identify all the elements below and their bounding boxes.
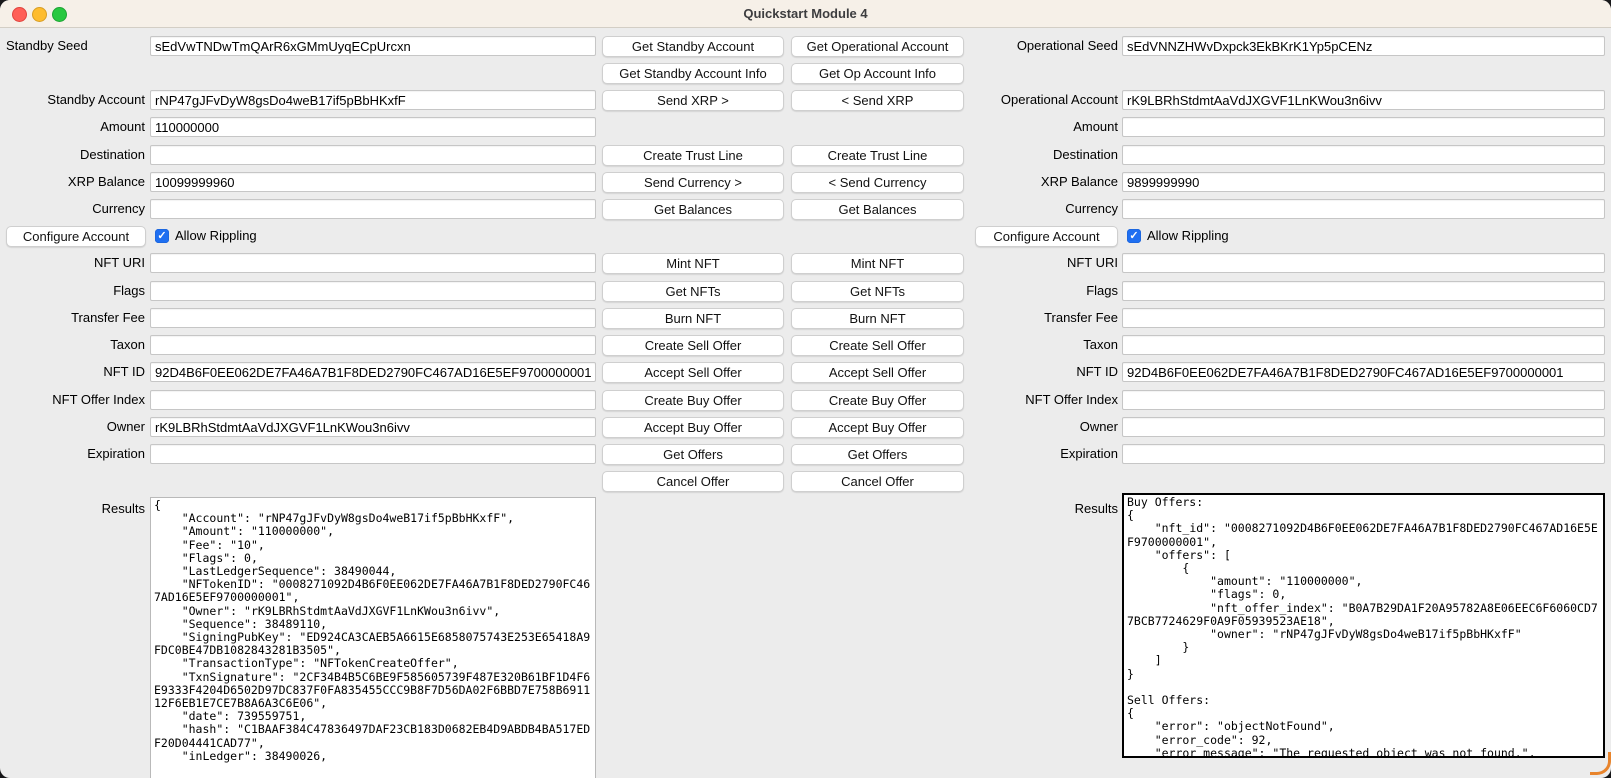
standby-expiration-input[interactable] (150, 444, 596, 464)
app-window: Quickstart Module 4 Standby Seed Standby… (0, 0, 1611, 778)
operational-xrp-balance-label: XRP Balance (938, 172, 1118, 192)
standby-transfer-fee-input[interactable] (150, 308, 596, 328)
standby-mint-nft-button[interactable]: Mint NFT (602, 253, 784, 274)
operational-destination-label: Destination (938, 145, 1118, 165)
window-title: Quickstart Module 4 (0, 0, 1611, 27)
operational-amount-label: Amount (938, 117, 1118, 137)
standby-destination-input[interactable] (150, 145, 596, 165)
operational-currency-label: Currency (938, 199, 1118, 219)
operational-nft-offer-index-label: NFT Offer Index (938, 390, 1118, 410)
operational-expiration-input[interactable] (1122, 444, 1605, 464)
operational-results-textarea[interactable]: Buy Offers: { "nft_id": "0008271092D4B6F… (1122, 493, 1605, 758)
standby-currency-label: Currency (0, 199, 145, 219)
operational-nft-id-input[interactable] (1122, 362, 1605, 382)
title-bar: Quickstart Module 4 (0, 0, 1611, 28)
standby-owner-input[interactable] (150, 417, 596, 437)
operational-currency-input[interactable] (1122, 199, 1605, 219)
standby-results-textarea[interactable]: { "Account": "rNP47gJFvDyW8gsDo4weB17if5… (150, 497, 596, 778)
operational-owner-input[interactable] (1122, 417, 1605, 437)
standby-xrp-balance-input[interactable] (150, 172, 596, 192)
standby-amount-input[interactable] (150, 117, 596, 137)
standby-transfer-fee-label: Transfer Fee (0, 308, 145, 328)
standby-nft-id-input[interactable] (150, 362, 596, 382)
standby-accept-buy-offer-button[interactable]: Accept Buy Offer (602, 417, 784, 438)
standby-account-label: Standby Account (0, 90, 145, 110)
operational-account-label: Operational Account (938, 90, 1118, 110)
operational-configure-account-button[interactable]: Configure Account (975, 226, 1118, 247)
orange-resize-corner-icon[interactable] (1590, 752, 1611, 775)
standby-send-xrp-button[interactable]: Send XRP > (602, 90, 784, 111)
standby-currency-input[interactable] (150, 199, 596, 219)
get-op-account-info-button[interactable]: Get Op Account Info (791, 63, 964, 84)
operational-nft-uri-label: NFT URI (938, 253, 1118, 273)
standby-cancel-offer-button[interactable]: Cancel Offer (602, 471, 784, 492)
operational-account-input[interactable] (1122, 90, 1605, 110)
operational-flags-input[interactable] (1122, 281, 1605, 301)
standby-get-offers-button[interactable]: Get Offers (602, 444, 784, 465)
standby-accept-sell-offer-button[interactable]: Accept Sell Offer (602, 362, 784, 383)
standby-expiration-label: Expiration (0, 444, 145, 464)
standby-flags-input[interactable] (150, 281, 596, 301)
standby-configure-account-button[interactable]: Configure Account (6, 226, 146, 247)
standby-nft-uri-input[interactable] (150, 253, 596, 273)
standby-seed-input[interactable] (150, 36, 596, 56)
standby-create-sell-offer-button[interactable]: Create Sell Offer (602, 335, 784, 356)
operational-taxon-label: Taxon (938, 335, 1118, 355)
standby-account-input[interactable] (150, 90, 596, 110)
standby-allow-rippling-label: Allow Rippling (175, 226, 257, 246)
get-standby-account-info-button[interactable]: Get Standby Account Info (602, 63, 784, 84)
standby-create-buy-offer-button[interactable]: Create Buy Offer (602, 390, 784, 411)
operational-xrp-balance-input[interactable] (1122, 172, 1605, 192)
standby-get-nfts-button[interactable]: Get NFTs (602, 281, 784, 302)
operational-transfer-fee-label: Transfer Fee (938, 308, 1118, 328)
operational-results-label: Results (938, 499, 1118, 519)
standby-flags-label: Flags (0, 281, 145, 301)
standby-seed-label: Standby Seed (0, 36, 145, 56)
operational-nft-uri-input[interactable] (1122, 253, 1605, 273)
get-standby-account-button[interactable]: Get Standby Account (602, 36, 784, 57)
operational-destination-input[interactable] (1122, 145, 1605, 165)
standby-nft-uri-label: NFT URI (0, 253, 145, 273)
operational-expiration-label: Expiration (938, 444, 1118, 464)
standby-destination-label: Destination (0, 145, 145, 165)
standby-amount-label: Amount (0, 117, 145, 137)
operational-allow-rippling-label: Allow Rippling (1147, 226, 1229, 246)
standby-allow-rippling-checkbox[interactable]: ✓ (155, 229, 169, 243)
standby-nft-id-label: NFT ID (0, 362, 145, 382)
operational-flags-label: Flags (938, 281, 1118, 301)
operational-amount-input[interactable] (1122, 117, 1605, 137)
standby-taxon-input[interactable] (150, 335, 596, 355)
operational-owner-label: Owner (938, 417, 1118, 437)
standby-owner-label: Owner (0, 417, 145, 437)
standby-get-balances-button[interactable]: Get Balances (602, 199, 784, 220)
standby-taxon-label: Taxon (0, 335, 145, 355)
standby-nft-offer-index-input[interactable] (150, 390, 596, 410)
operational-taxon-input[interactable] (1122, 335, 1605, 355)
operational-nft-offer-index-input[interactable] (1122, 390, 1605, 410)
operational-seed-input[interactable] (1122, 36, 1605, 56)
standby-xrp-balance-label: XRP Balance (0, 172, 145, 192)
checkmark-icon: ✓ (1127, 229, 1141, 243)
standby-results-label: Results (0, 499, 145, 519)
operational-seed-label: Operational Seed (938, 36, 1118, 56)
operational-allow-rippling-checkbox[interactable]: ✓ (1127, 229, 1141, 243)
operational-nft-id-label: NFT ID (938, 362, 1118, 382)
checkmark-icon: ✓ (155, 229, 169, 243)
standby-burn-nft-button[interactable]: Burn NFT (602, 308, 784, 329)
standby-create-trust-line-button[interactable]: Create Trust Line (602, 145, 784, 166)
operational-cancel-offer-button[interactable]: Cancel Offer (791, 471, 964, 492)
standby-send-currency-button[interactable]: Send Currency > (602, 172, 784, 193)
standby-nft-offer-index-label: NFT Offer Index (0, 390, 145, 410)
operational-transfer-fee-input[interactable] (1122, 308, 1605, 328)
